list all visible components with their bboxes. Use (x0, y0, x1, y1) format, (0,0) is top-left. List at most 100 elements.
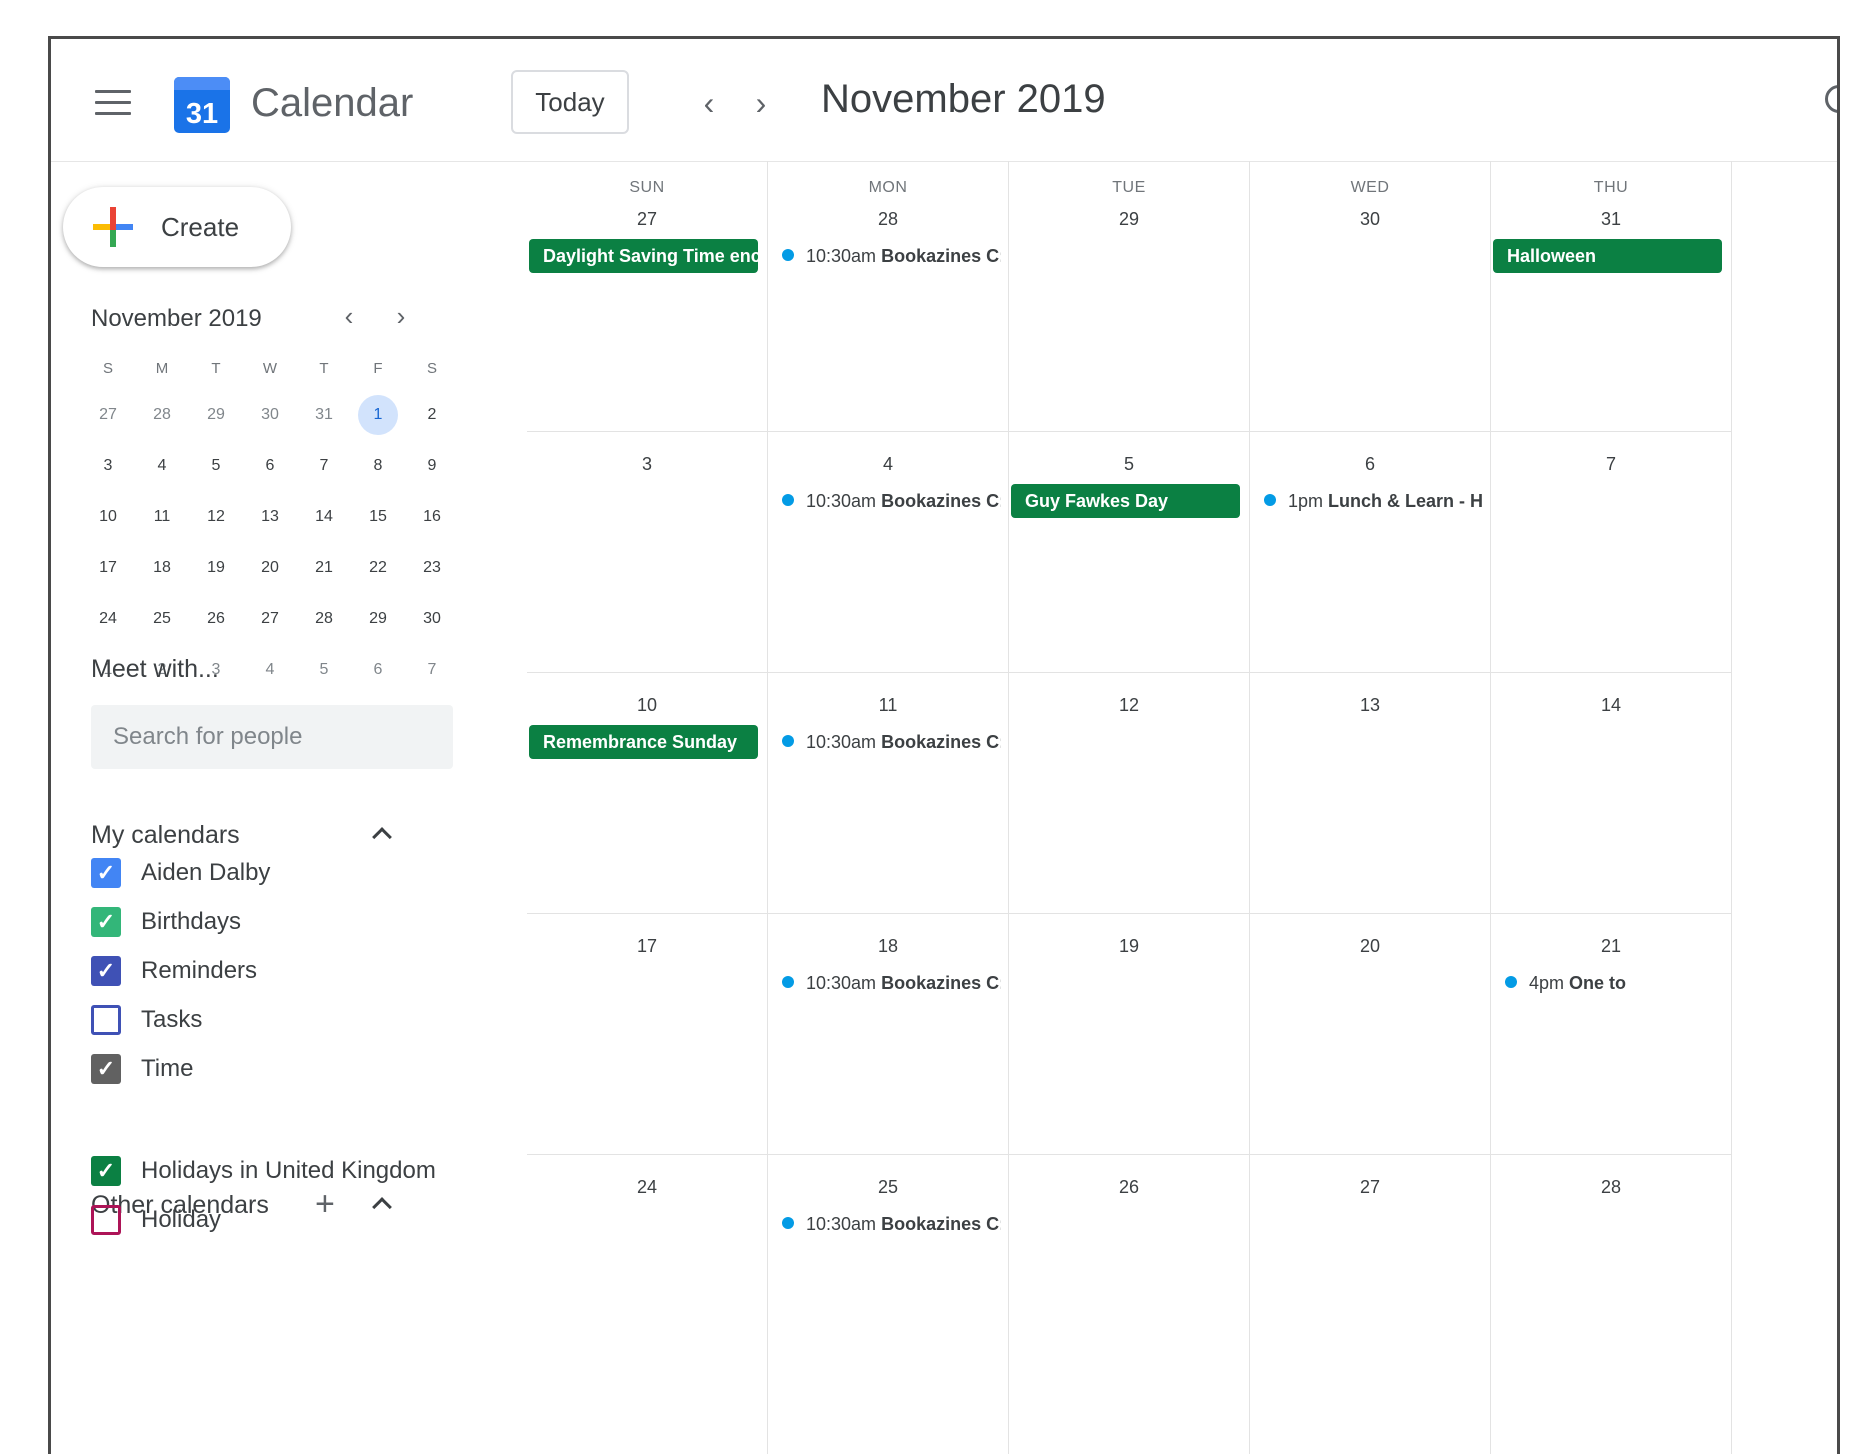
mini-day[interactable]: 5 (189, 440, 243, 491)
calendar-item[interactable]: Tasks (91, 1000, 202, 1040)
mini-day[interactable]: 3 (81, 440, 135, 491)
day-cell[interactable]: 5 Guy Fawkes Day (1009, 432, 1250, 673)
search-icon[interactable] (1825, 83, 1837, 119)
mini-day[interactable]: 28 (297, 593, 351, 644)
collapse-other-calendars-icon[interactable] (369, 1191, 393, 1215)
day-number[interactable]: 21 (1491, 936, 1731, 957)
day-cell[interactable]: 3 (527, 432, 768, 673)
timed-event[interactable]: 10:30am Bookazines C: (782, 1209, 1001, 1239)
mini-day[interactable]: 17 (81, 542, 135, 593)
mini-day[interactable]: 10 (81, 491, 135, 542)
checkbox-checked-icon[interactable]: ✓ (91, 907, 121, 937)
calendar-item[interactable]: ✓ Holidays in United Kingdom (91, 1151, 436, 1191)
day-number[interactable]: 27 (1250, 1177, 1490, 1198)
mini-day[interactable]: 22 (351, 542, 405, 593)
day-cell[interactable]: 24 (527, 1155, 768, 1454)
mini-day[interactable]: 8 (351, 440, 405, 491)
mini-day[interactable]: 31 (297, 389, 351, 440)
day-number[interactable]: 11 (768, 695, 1008, 716)
day-number[interactable]: 4 (768, 454, 1008, 475)
timed-event[interactable]: 10:30am Bookazines C: (782, 241, 1001, 271)
mini-day[interactable]: 12 (189, 491, 243, 542)
day-cell[interactable]: 21 4pm One to (1491, 914, 1732, 1155)
all-day-event[interactable]: Remembrance Sunday (529, 725, 758, 759)
day-cell[interactable]: 7 (1491, 432, 1732, 673)
mini-day[interactable]: 25 (135, 593, 189, 644)
timed-event[interactable]: 4pm One to (1505, 968, 1724, 998)
day-number[interactable]: 24 (527, 1177, 767, 1198)
checkbox-checked-icon[interactable]: ✓ (91, 858, 121, 888)
day-number[interactable]: 13 (1250, 695, 1490, 716)
day-cell[interactable]: 20 (1250, 914, 1491, 1155)
previous-period-button[interactable]: ‹ (691, 83, 727, 123)
checkbox-checked-icon[interactable]: ✓ (91, 956, 121, 986)
mini-day[interactable]: 27 (243, 593, 297, 644)
day-cell[interactable]: 18 10:30am Bookazines C: (768, 914, 1009, 1155)
create-button[interactable]: Create (63, 187, 291, 267)
add-calendar-button[interactable]: + (315, 1187, 335, 1221)
mini-day[interactable]: 11 (135, 491, 189, 542)
mini-day[interactable]: 9 (405, 440, 459, 491)
day-number[interactable]: 29 (1009, 209, 1249, 230)
mini-day[interactable]: 29 (189, 389, 243, 440)
mini-day[interactable]: 30 (405, 593, 459, 644)
day-cell[interactable]: 12 (1009, 673, 1250, 914)
timed-event[interactable]: 1pm Lunch & Learn - He (1264, 486, 1483, 516)
day-cell[interactable]: 11 10:30am Bookazines C: (768, 673, 1009, 914)
mini-day[interactable]: 6 (351, 644, 405, 695)
calendar-item[interactable]: ✓ Reminders (91, 951, 257, 991)
search-people-input[interactable] (91, 705, 453, 769)
day-cell[interactable]: TUE 29 (1009, 161, 1250, 432)
day-number[interactable]: 5 (1009, 454, 1249, 475)
day-number[interactable]: 25 (768, 1177, 1008, 1198)
mini-day[interactable]: 6 (243, 440, 297, 491)
collapse-my-calendars-icon[interactable] (369, 821, 393, 845)
day-number[interactable]: 31 (1491, 209, 1731, 230)
mini-calendar-next-button[interactable]: › (387, 301, 415, 332)
timed-event[interactable]: 10:30am Bookazines C: (782, 968, 1001, 998)
mini-day[interactable]: 26 (189, 593, 243, 644)
mini-calendar-prev-button[interactable]: ‹ (335, 301, 363, 332)
calendar-item[interactable]: ✓ Birthdays (91, 902, 241, 942)
mini-day[interactable]: 21 (297, 542, 351, 593)
all-day-event[interactable]: Daylight Saving Time enc (529, 239, 758, 273)
all-day-event[interactable]: Halloween (1493, 239, 1722, 273)
day-cell[interactable]: 14 (1491, 673, 1732, 914)
day-cell[interactable]: MON 28 10:30am Bookazines C: (768, 161, 1009, 432)
main-menu-icon[interactable] (95, 90, 131, 116)
day-number[interactable]: 3 (527, 454, 767, 475)
day-cell[interactable]: 6 1pm Lunch & Learn - He (1250, 432, 1491, 673)
day-number[interactable]: 30 (1250, 209, 1490, 230)
day-number[interactable]: 26 (1009, 1177, 1249, 1198)
mini-day[interactable]: 7 (405, 644, 459, 695)
calendar-logo-icon[interactable]: 31 (174, 77, 230, 133)
calendar-item[interactable]: Holiday (91, 1200, 221, 1240)
all-day-event[interactable]: Guy Fawkes Day (1011, 484, 1240, 518)
day-cell[interactable]: 19 (1009, 914, 1250, 1155)
day-number[interactable]: 17 (527, 936, 767, 957)
checkbox-unchecked-icon[interactable] (91, 1205, 121, 1235)
day-number[interactable]: 28 (1491, 1177, 1731, 1198)
mini-day[interactable]: 4 (243, 644, 297, 695)
day-number[interactable]: 20 (1250, 936, 1490, 957)
mini-day[interactable]: 29 (351, 593, 405, 644)
day-number[interactable]: 28 (768, 209, 1008, 230)
day-cell[interactable]: SUN 27 Daylight Saving Time enc (527, 161, 768, 432)
day-cell[interactable]: 26 (1009, 1155, 1250, 1454)
day-number[interactable]: 12 (1009, 695, 1249, 716)
day-number[interactable]: 19 (1009, 936, 1249, 957)
day-number[interactable]: 10 (527, 695, 767, 716)
mini-day[interactable]: 15 (351, 491, 405, 542)
day-number[interactable]: 14 (1491, 695, 1731, 716)
checkbox-checked-icon[interactable]: ✓ (91, 1054, 121, 1084)
checkbox-unchecked-icon[interactable] (91, 1005, 121, 1035)
mini-day[interactable]: 18 (135, 542, 189, 593)
mini-day[interactable]: 20 (243, 542, 297, 593)
mini-day[interactable]: 27 (81, 389, 135, 440)
mini-day[interactable]: 4 (135, 440, 189, 491)
timed-event[interactable]: 10:30am Bookazines C: (782, 727, 1001, 757)
day-cell[interactable]: 25 10:30am Bookazines C: (768, 1155, 1009, 1454)
mini-day[interactable]: 13 (243, 491, 297, 542)
calendar-item[interactable]: ✓ Aiden Dalby (91, 853, 270, 893)
checkbox-checked-icon[interactable]: ✓ (91, 1156, 121, 1186)
